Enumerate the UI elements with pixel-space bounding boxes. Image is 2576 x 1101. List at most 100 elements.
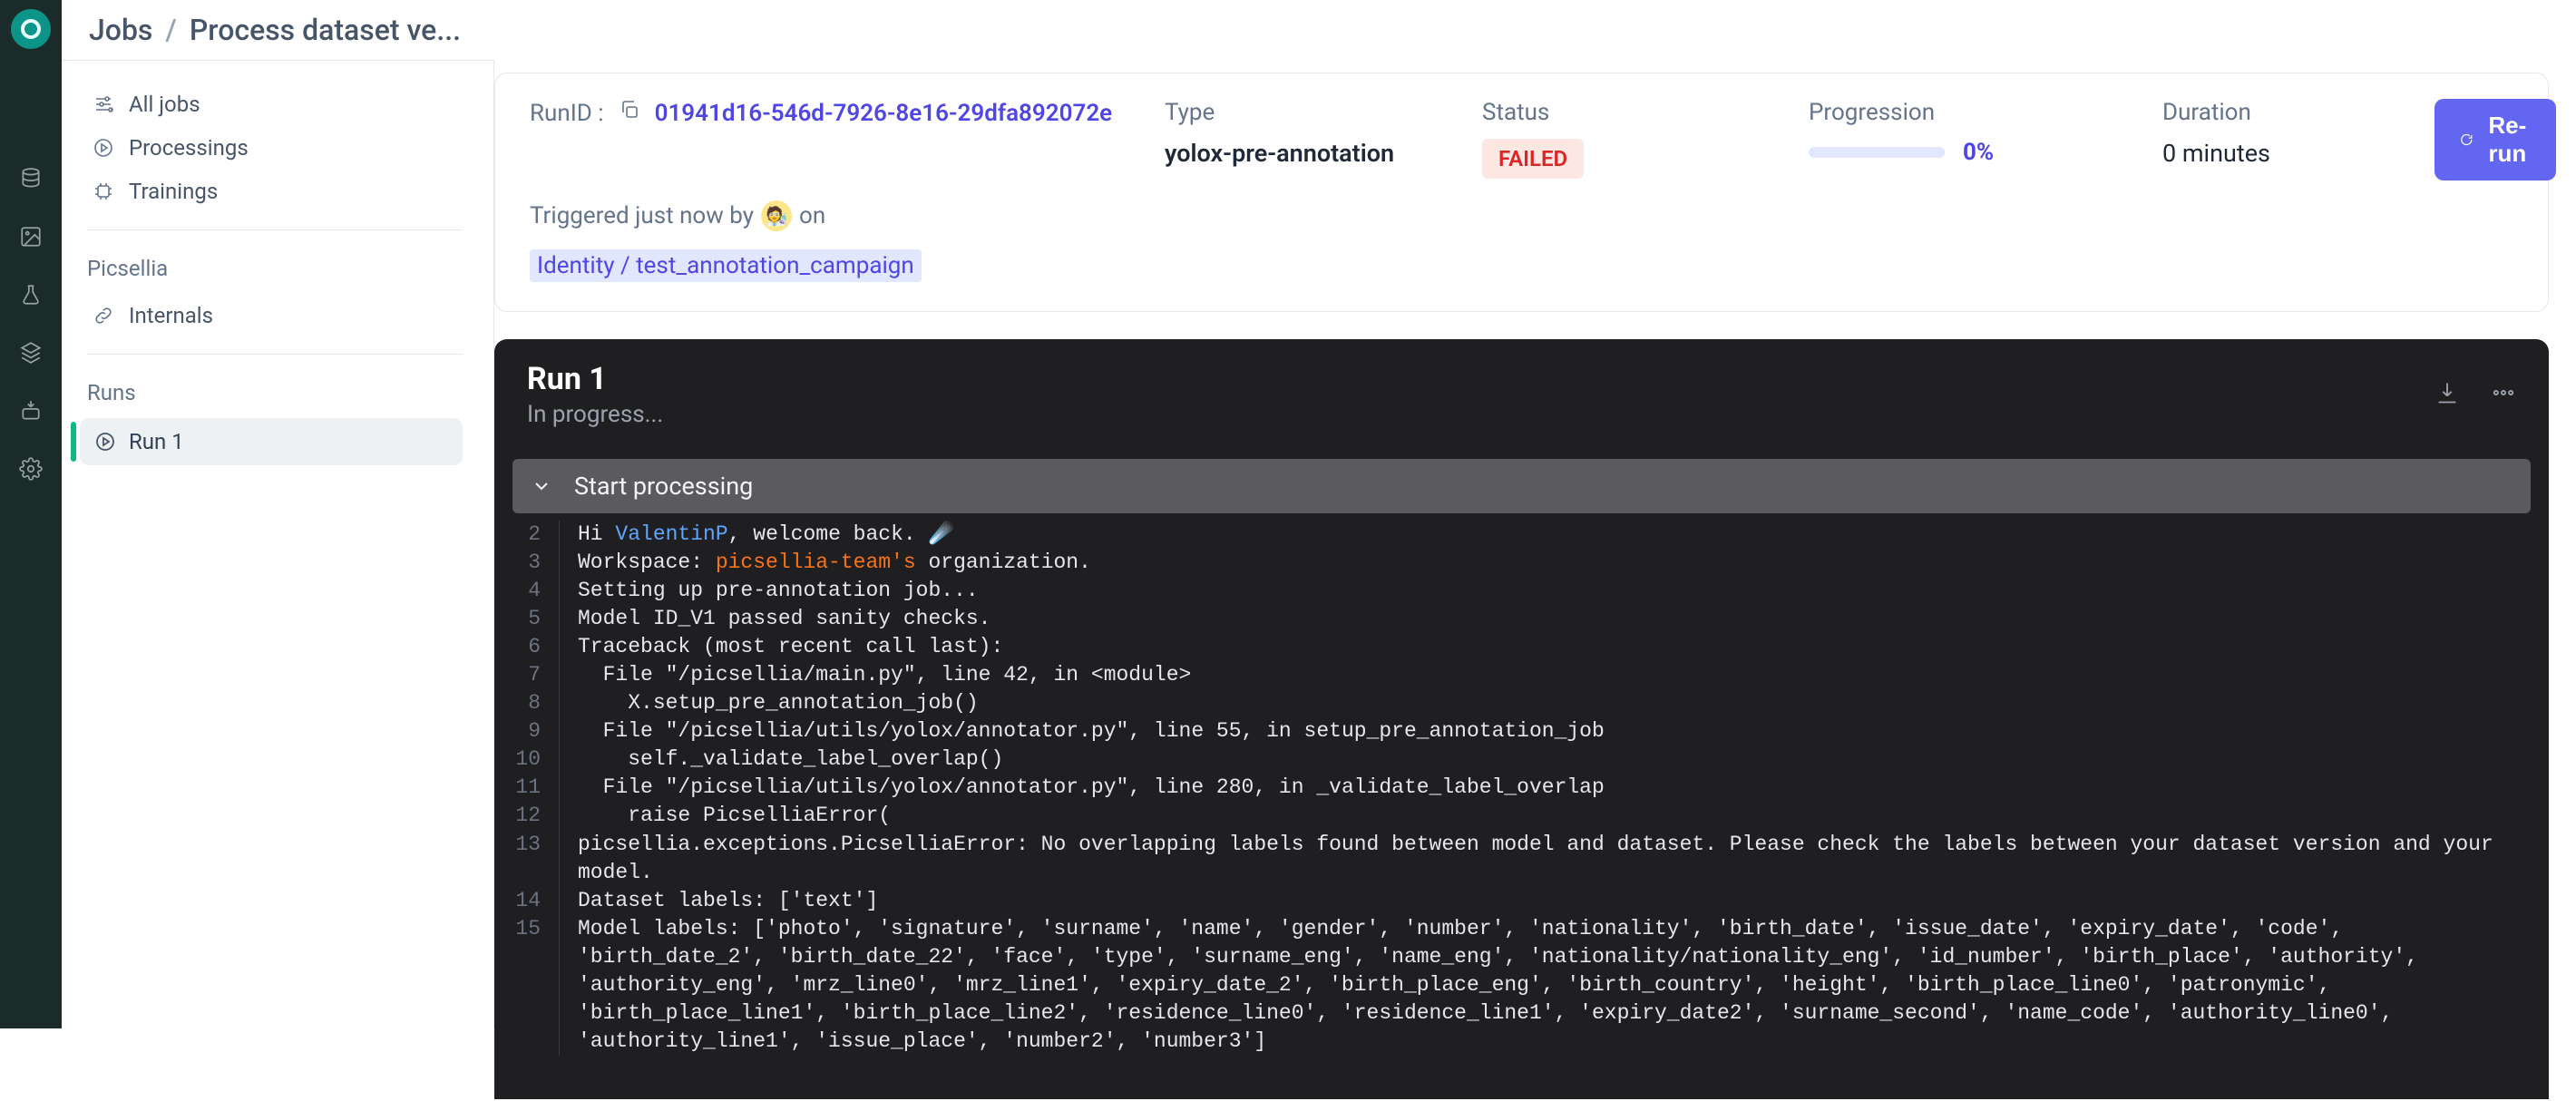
line-text: X.setup_pre_annotation_job(): [578, 689, 1015, 717]
log-line: 4 Setting up pre-annotation job...: [494, 577, 2549, 605]
line-number: 12: [494, 802, 560, 830]
log-line: 7 File "/picsellia/main.py", line 42, in…: [494, 661, 2549, 689]
sidebar-nav-label: All jobs: [129, 92, 200, 117]
triggered-row: Triggered just now by 🧑‍🔬 on Identity / …: [530, 200, 1147, 282]
progress-pct: 0%: [1963, 139, 1994, 166]
divider: [87, 229, 463, 230]
log-line: 11 File "/picsellia/utils/yolox/annotato…: [494, 774, 2549, 802]
log-body: 2 Hi ValentinP, welcome back. ☄️ 3 Workspac…: [494, 513, 2549, 1063]
sidebar-org-item[interactable]: Internals: [87, 294, 463, 337]
line-number: 7: [494, 661, 560, 689]
more-icon[interactable]: [2491, 380, 2516, 409]
sidebar-nav-item[interactable]: All jobs: [87, 83, 463, 126]
log-line: 10 self._validate_label_overlap(): [494, 745, 2549, 774]
main-content: RunID : 01941d16-546d-7926-8e16-29dfa892…: [494, 73, 2576, 1099]
sidebar-run-item[interactable]: Run 1: [80, 418, 463, 465]
sidebar-nav-item[interactable]: Processings: [87, 126, 463, 170]
download-icon[interactable]: [2435, 380, 2460, 409]
job-summary-card: RunID : 01941d16-546d-7926-8e16-29dfa892…: [494, 73, 2549, 312]
campaign-link[interactable]: Identity / test_annotation_campaign: [530, 249, 922, 282]
line-number: 15: [494, 915, 560, 1056]
sidebar-nav-label: Trainings: [129, 179, 218, 204]
flask-icon[interactable]: [17, 281, 44, 308]
log-subtitle: In progress...: [527, 401, 663, 428]
log-title: Run 1: [527, 361, 663, 397]
line-text: File "/picsellia/utils/yolox/annotator.p…: [578, 717, 1641, 745]
line-text: Model ID_V1 passed sanity checks.: [578, 605, 1027, 633]
logo[interactable]: [11, 9, 51, 49]
log-line: 2 Hi ValentinP, welcome back. ☄️: [494, 521, 2549, 549]
line-text: Dataset labels: ['text']: [578, 887, 914, 915]
triggered-text-2: on: [799, 202, 825, 229]
status-badge: FAILED: [1482, 139, 1584, 179]
avatar: 🧑‍🔬: [761, 200, 792, 231]
type-value: yolox-pre-annotation: [1165, 139, 1464, 168]
rerun-button[interactable]: Re-run: [2435, 99, 2556, 180]
status-label: Status: [1482, 99, 1791, 126]
chevron-down-icon: [531, 475, 552, 497]
sidebar-nav-item[interactable]: Trainings: [87, 170, 463, 213]
line-number: 6: [494, 633, 560, 661]
log-line: 9 File "/picsellia/utils/yolox/annotator…: [494, 717, 2549, 745]
log-section-title: Start processing: [574, 472, 753, 501]
duration-value: 0 minutes: [2162, 139, 2416, 168]
sidebar-runs-label: Runs: [87, 380, 463, 405]
line-text: picsellia.exceptions.PicselliaError: No …: [578, 831, 2549, 887]
copy-icon[interactable]: [619, 99, 640, 127]
deploy-icon[interactable]: [17, 397, 44, 424]
log-line: 3 Workspace: picsellia-team's organizatio…: [494, 549, 2549, 577]
sidebar: All jobs Processings Trainings Picsellia I…: [62, 60, 494, 1028]
divider: [87, 354, 463, 355]
line-number: 14: [494, 887, 560, 915]
line-text: Hi ValentinP, welcome back. ☄️: [578, 521, 990, 549]
log-line: 6 Traceback (most recent call last):: [494, 633, 2549, 661]
log-line: 15Model labels: ['photo', 'signature', '…: [494, 915, 2549, 1056]
breadcrumb-sep: /: [165, 13, 176, 47]
type-label: Type: [1165, 99, 1464, 126]
line-text: raise PicselliaError(: [578, 802, 927, 830]
runid-value[interactable]: 01941d16-546d-7926-8e16-29dfa892072e: [655, 100, 1113, 127]
log-line: 14 Dataset labels: ['text']: [494, 887, 2549, 915]
line-number: 13: [494, 831, 560, 887]
line-number: 2: [494, 521, 560, 549]
log-line: 12 raise PicselliaError(: [494, 802, 2549, 830]
line-text: Model labels: ['photo', 'signature', 'su…: [578, 915, 2549, 1056]
runid-row: RunID : 01941d16-546d-7926-8e16-29dfa892…: [530, 99, 1147, 127]
line-number: 11: [494, 774, 560, 802]
breadcrumb-current: Process dataset ve...: [190, 13, 461, 47]
log-line: 5 Model ID_V1 passed sanity checks.: [494, 605, 2549, 633]
database-icon[interactable]: [17, 165, 44, 192]
line-text: Workspace: picsellia-team's organization…: [578, 549, 1127, 577]
rerun-label: Re-run: [2484, 112, 2531, 168]
log-section-toggle[interactable]: Start processing: [512, 459, 2531, 513]
triggered-text-1: Triggered just now by: [530, 202, 754, 229]
icon-rail: [0, 0, 62, 1028]
log-line: 8 X.setup_pre_annotation_job(): [494, 689, 2549, 717]
line-text: self._validate_label_overlap(): [578, 745, 1039, 774]
line-number: 4: [494, 577, 560, 605]
gear-icon[interactable]: [17, 455, 44, 482]
sidebar-org-label: Internals: [129, 303, 213, 328]
sidebar-org-label: Picsellia: [87, 256, 463, 281]
line-number: 5: [494, 605, 560, 633]
breadcrumb: Jobs / Process dataset ve...: [62, 0, 2576, 60]
log-line: 13 picsellia.exceptions.PicselliaError: N…: [494, 831, 2549, 887]
line-number: 8: [494, 689, 560, 717]
runid-label: RunID :: [530, 100, 604, 127]
line-number: 9: [494, 717, 560, 745]
duration-label: Duration: [2162, 99, 2416, 126]
sidebar-run-label: Run 1: [129, 429, 184, 454]
progress-bar: [1809, 147, 1945, 158]
progression-label: Progression: [1809, 99, 2144, 126]
image-icon[interactable]: [17, 223, 44, 250]
sidebar-nav-label: Processings: [129, 135, 249, 161]
line-text: Traceback (most recent call last):: [578, 633, 1039, 661]
line-number: 3: [494, 549, 560, 577]
log-panel: Run 1 In progress... Start processing 2H…: [494, 339, 2549, 1099]
line-text: File "/picsellia/main.py", line 42, in <…: [578, 661, 1227, 689]
line-text: File "/picsellia/utils/yolox/annotator.p…: [578, 774, 1641, 802]
layers-icon[interactable]: [17, 339, 44, 366]
line-text: Setting up pre-annotation job...: [578, 577, 1015, 605]
breadcrumb-root[interactable]: Jobs: [89, 13, 152, 47]
line-number: 10: [494, 745, 560, 774]
